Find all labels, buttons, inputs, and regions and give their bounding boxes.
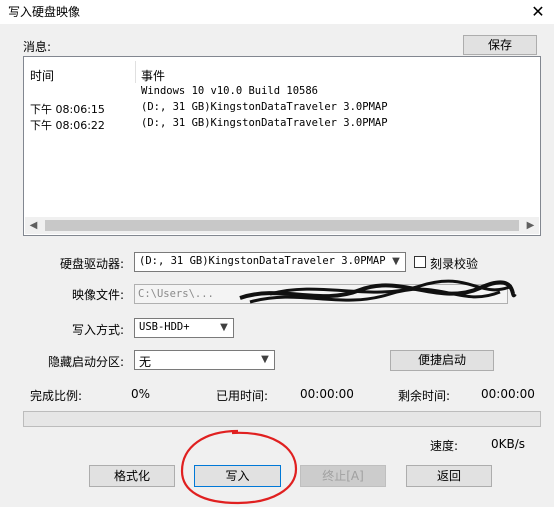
- format-button[interactable]: 格式化: [89, 465, 175, 487]
- title-bar: 写入硬盘映像 ✕: [0, 0, 554, 24]
- hidden-boot-select[interactable]: 无 ▼: [134, 350, 275, 370]
- elapsed-label: 已用时间:: [216, 389, 269, 403]
- window-title: 写入硬盘映像: [8, 5, 81, 19]
- column-header-time[interactable]: 时间: [30, 67, 54, 84]
- scroll-right-icon[interactable]: ▶: [522, 217, 539, 234]
- messages-label: 消息:: [23, 40, 52, 54]
- quick-boot-button[interactable]: 便捷启动: [390, 350, 494, 371]
- image-file-label: 映像文件:: [72, 288, 125, 302]
- drive-label: 硬盘驱动器:: [60, 257, 125, 271]
- elapsed-value: 00:00:00: [300, 387, 354, 401]
- drive-select-value: (D:, 31 GB)KingstonDataTraveler 3.0PMAP: [139, 255, 386, 267]
- write-mode-value: USB-HDD+: [139, 321, 190, 333]
- stop-button: 终止[A]: [300, 465, 386, 487]
- hidden-boot-value: 无: [139, 355, 152, 369]
- chevron-down-icon: ▼: [392, 256, 400, 267]
- complete-value: 0%: [131, 387, 151, 401]
- scroll-left-icon[interactable]: ◀: [25, 217, 42, 234]
- row-event: Windows 10 v10.0 Build 10586: [141, 85, 319, 97]
- remaining-label: 剩余时间:: [398, 389, 451, 403]
- horizontal-scrollbar[interactable]: ◀ ▶: [25, 217, 539, 234]
- row-time: 下午 08:06:15: [30, 103, 105, 116]
- save-button[interactable]: 保存: [463, 35, 537, 55]
- speed-value: 0KB/s: [491, 437, 526, 451]
- messages-list[interactable]: 时间 事件 Windows 10 v10.0 Build 10586 下午 08…: [23, 56, 541, 236]
- column-header-event[interactable]: 事件: [141, 67, 165, 84]
- image-file-value: C:\Users\...: [138, 288, 214, 300]
- drive-select[interactable]: (D:, 31 GB)KingstonDataTraveler 3.0PMAP …: [134, 252, 406, 272]
- write-mode-label: 写入方式:: [72, 323, 125, 337]
- chevron-down-icon: ▼: [220, 322, 228, 333]
- scroll-thumb[interactable]: [45, 220, 519, 231]
- chevron-down-icon: ▼: [261, 354, 269, 365]
- complete-label: 完成比例:: [30, 389, 83, 403]
- remaining-value: 00:00:00: [481, 387, 535, 401]
- close-icon[interactable]: ✕: [526, 1, 550, 23]
- write-button[interactable]: 写入: [194, 465, 281, 487]
- column-divider: [135, 61, 136, 83]
- image-file-field[interactable]: C:\Users\...: [134, 284, 508, 304]
- hidden-boot-label: 隐藏启动分区:: [48, 355, 125, 369]
- verify-checkbox[interactable]: [414, 256, 426, 268]
- write-mode-select[interactable]: USB-HDD+ ▼: [134, 318, 234, 338]
- row-event: (D:, 31 GB)KingstonDataTraveler 3.0PMAP: [141, 117, 388, 129]
- row-time: 下午 08:06:22: [30, 119, 105, 132]
- back-button[interactable]: 返回: [406, 465, 492, 487]
- speed-label: 速度:: [430, 439, 459, 453]
- progress-bar: [23, 411, 541, 427]
- row-event: (D:, 31 GB)KingstonDataTraveler 3.0PMAP: [141, 101, 388, 113]
- verify-label: 刻录校验: [430, 257, 479, 271]
